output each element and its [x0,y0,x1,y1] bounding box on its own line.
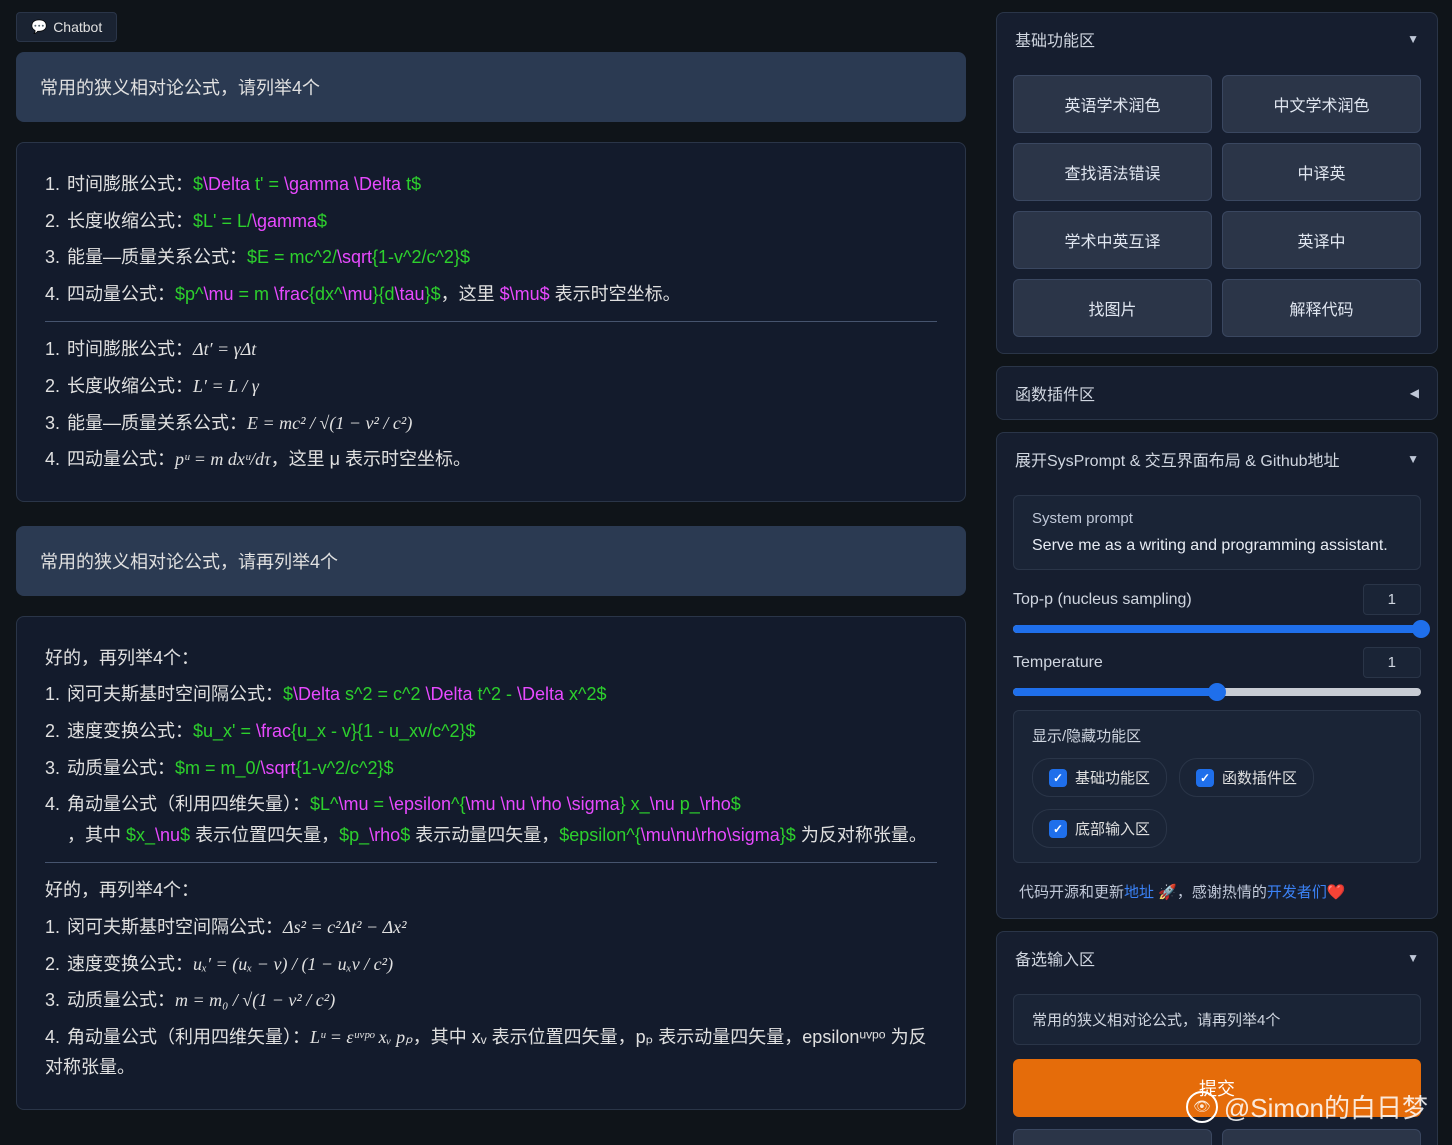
panel-function-plugins: 函数插件区 ◀ [996,366,1438,420]
sidebar: 基础功能区 ▼ 英语学术润色中文学术润色查找语法错误中译英学术中英互译英译中找图… [982,0,1452,1145]
top-p-thumb[interactable] [1412,620,1430,638]
chevron-down-icon: ▼ [1407,951,1419,965]
visibility-toggles: 显示/隐藏功能区 ✓基础功能区✓函数插件区✓底部输入区 [1013,710,1421,863]
system-prompt-box[interactable]: System prompt Serve me as a writing and … [1013,495,1421,570]
checkbox-1[interactable]: ✓函数插件区 [1179,758,1314,797]
temperature-label: Temperature [1013,654,1103,672]
func-button-1[interactable]: 中文学术润色 [1222,75,1421,133]
panel-header-sysprompt[interactable]: 展开SysPrompt & 交互界面布局 & Github地址 ▼ [997,433,1437,485]
temperature-thumb[interactable] [1208,683,1226,701]
panel-basic-functions: 基础功能区 ▼ 英语学术润色中文学术润色查找语法错误中译英学术中英互译英译中找图… [996,12,1438,354]
formula-raw: 2.速度变换公式：$u_x' = \frac{u_x - v}{1 - u_xv… [45,716,937,747]
panel-alt-input: 备选输入区 ▼ 常用的狭义相对论公式，请再列举4个 提交 重置 停止 [996,931,1438,1145]
assistant-message-1: 1.时间膨胀公式：$\Delta t' = \gamma \Delta t$ 2.… [16,142,966,502]
check-icon: ✓ [1049,769,1067,787]
formula-rendered: 1.闵可夫斯基时空间隔公式：Δs² = c²Δt² − Δx² [45,912,937,943]
panel-header-plugins[interactable]: 函数插件区 ◀ [997,367,1437,419]
top-p-value[interactable]: 1 [1363,584,1421,615]
top-p-track[interactable] [1013,625,1421,633]
formula-rendered: 2.长度收缩公式：L′ = L / γ [45,371,937,402]
tab-label: Chatbot [53,19,102,35]
formula-raw: 1.时间膨胀公式：$\Delta t' = \gamma \Delta t$ [45,169,937,200]
checkbox-0[interactable]: ✓基础功能区 [1032,758,1167,797]
func-button-6[interactable]: 找图片 [1013,279,1212,337]
user-message-1: 常用的狭义相对论公式，请列举4个 [16,52,966,122]
divider [45,321,937,322]
lead-text: 好的，再列举4个： [45,643,937,674]
top-p-slider: Top-p (nucleus sampling) 1 [1013,584,1421,633]
formula-rendered: 1.时间膨胀公式：Δt′ = γΔt [45,334,937,365]
divider [45,862,937,863]
formula-raw: 3.动质量公式：$m = m_0/\sqrt{1-v^2/c^2}$ [45,753,937,784]
user-message-2: 常用的狭义相对论公式，请再列举4个 [16,526,966,596]
chat-icon: 💬 [31,19,47,35]
formula-raw: 3.能量—质量关系公式：$E = mc^2/\sqrt{1-v^2/c^2}$ [45,242,937,273]
chevron-down-icon: ▼ [1407,452,1419,466]
formula-rendered: 4.四动量公式：pᵘ = m dxᵘ/dτ，这里 μ 表示时空坐标。 [45,444,937,475]
chevron-left-icon: ◀ [1410,386,1419,400]
top-p-label: Top-p (nucleus sampling) [1013,591,1192,609]
stop-button[interactable]: 停止 [1222,1129,1421,1145]
panel-header-alt-input[interactable]: 备选输入区 ▼ [997,932,1437,984]
checkbox-2[interactable]: ✓底部输入区 [1032,809,1167,848]
panel-sysprompt: 展开SysPrompt & 交互界面布局 & Github地址 ▼ System… [996,432,1438,919]
devs-link[interactable]: 开发者们 [1267,884,1327,901]
func-button-2[interactable]: 查找语法错误 [1013,143,1212,201]
system-prompt-value: Serve me as a writing and programming as… [1032,537,1402,555]
func-button-0[interactable]: 英语学术润色 [1013,75,1212,133]
lead-text: 好的，再列举4个： [45,875,937,906]
check-icon: ✓ [1196,769,1214,787]
formula-raw: 4.角动量公式（利用四维矢量）：$L^\mu = \epsilon^{\mu \… [45,789,937,850]
footer-note: 代码开源和更新地址 🚀，感谢热情的开发者们❤️ [1013,877,1421,902]
formula-rendered: 3.动质量公式：m = m₀ / √(1 − v² / c²) [45,985,937,1016]
chevron-down-icon: ▼ [1407,32,1419,46]
func-button-3[interactable]: 中译英 [1222,143,1421,201]
reset-button[interactable]: 重置 [1013,1129,1212,1145]
formula-rendered: 2.速度变换公式：uₓ′ = (uₓ − v) / (1 − uₓv / c²) [45,949,937,980]
check-icon: ✓ [1049,820,1067,838]
alt-input-field[interactable]: 常用的狭义相对论公式，请再列举4个 [1013,994,1421,1045]
formula-raw: 2.长度收缩公式：$L' = L/\gamma$ [45,206,937,237]
repo-link[interactable]: 地址 [1124,884,1154,901]
temperature-track[interactable] [1013,688,1421,696]
func-button-5[interactable]: 英译中 [1222,211,1421,269]
formula-rendered: 3.能量—质量关系公式：E = mc² / √(1 − v² / c²) [45,408,937,439]
temperature-slider: Temperature 1 [1013,647,1421,696]
func-button-7[interactable]: 解释代码 [1222,279,1421,337]
chat-area: 💬 Chatbot 常用的狭义相对论公式，请列举4个 1.时间膨胀公式：$\De… [0,0,982,1145]
func-button-4[interactable]: 学术中英互译 [1013,211,1212,269]
tab-chatbot[interactable]: 💬 Chatbot [16,12,117,42]
formula-raw: 1.闵可夫斯基时空间隔公式：$\Delta s^2 = c^2 \Delta t… [45,679,937,710]
formula-raw: 4.四动量公式：$p^\mu = m \frac{dx^\mu}{d\tau}$… [45,279,937,310]
submit-button[interactable]: 提交 [1013,1059,1421,1117]
system-prompt-label: System prompt [1032,510,1402,527]
heart-icon: ❤️ [1327,884,1346,901]
temperature-value[interactable]: 1 [1363,647,1421,678]
formula-rendered: 4.角动量公式（利用四维矢量）：Lᵘ = εᵘᵛᵖᵒ xᵥ pₚ，其中 xᵥ 表… [45,1022,937,1083]
panel-header-basic[interactable]: 基础功能区 ▼ [997,13,1437,65]
assistant-message-2: 好的，再列举4个： 1.闵可夫斯基时空间隔公式：$\Delta s^2 = c^… [16,616,966,1110]
